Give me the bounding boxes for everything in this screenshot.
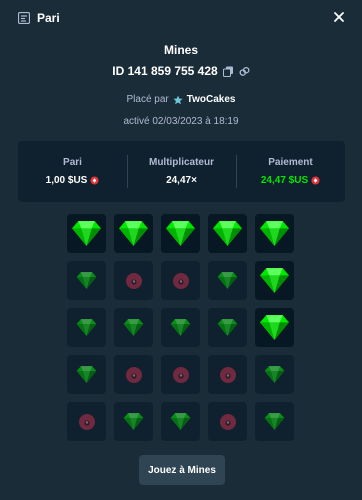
mine-tile xyxy=(208,214,247,253)
mine-tile xyxy=(67,355,106,394)
gem-icon xyxy=(212,218,243,249)
mine-tile xyxy=(255,355,294,394)
stat-payout-value-wrap: 24,47 $US xyxy=(261,175,320,186)
gem-icon xyxy=(217,270,238,291)
stat-multiplier-value: 24,47× xyxy=(166,175,197,186)
mine-tile xyxy=(208,355,247,394)
placed-by: Placé par TwoCakes xyxy=(0,94,362,105)
mine-tile xyxy=(114,308,153,347)
close-icon[interactable] xyxy=(332,10,346,24)
gem-icon xyxy=(76,317,97,338)
mine-tile xyxy=(161,308,200,347)
activated-timestamp: activé 02/03/2023 à 18:19 xyxy=(123,116,239,127)
mine-icon xyxy=(218,412,238,432)
gem-icon xyxy=(123,317,144,338)
gem-icon xyxy=(76,270,97,291)
gem-icon xyxy=(170,411,191,432)
mine-tile xyxy=(208,402,247,441)
mine-tile xyxy=(208,261,247,300)
gem-icon xyxy=(165,218,196,249)
gem-icon xyxy=(259,265,290,296)
mine-icon xyxy=(124,365,144,385)
mine-tile xyxy=(161,261,200,300)
gem-icon xyxy=(259,218,290,249)
mine-tile xyxy=(67,261,106,300)
gem-icon xyxy=(217,317,238,338)
currency-icon xyxy=(311,176,320,185)
stat-payout: Paiement 24,47 $US xyxy=(236,141,345,202)
mine-tile xyxy=(161,355,200,394)
mine-tile xyxy=(255,402,294,441)
bet-id: ID 141 859 755 428 xyxy=(112,64,218,78)
mine-tile xyxy=(255,214,294,253)
bet-id-row: ID 141 859 755 428 xyxy=(0,64,362,78)
mine-tile xyxy=(114,402,153,441)
mine-icon xyxy=(171,271,191,291)
game-name: Mines xyxy=(163,43,198,57)
gem-icon xyxy=(264,364,285,385)
mine-tile xyxy=(161,214,200,253)
gem-icon xyxy=(118,218,149,249)
bet-stats-panel: Pari 1,00 $US Multiplicateur 24,47× Paie… xyxy=(18,141,345,202)
stat-bet: Pari 1,00 $US xyxy=(18,141,127,202)
stat-multiplier: Multiplicateur 24,47× xyxy=(127,141,236,202)
copy-icon[interactable] xyxy=(222,66,234,77)
mine-tile xyxy=(161,402,200,441)
placed-by-label: Placé par xyxy=(126,94,169,105)
gem-icon xyxy=(71,218,102,249)
stat-bet-value-wrap: 1,00 $US xyxy=(46,175,100,186)
mine-tile xyxy=(114,355,153,394)
play-mines-button[interactable]: Jouez à Mines xyxy=(139,455,225,485)
mine-tile xyxy=(114,214,153,253)
gem-icon xyxy=(123,411,144,432)
stat-multiplier-label: Multiplicateur xyxy=(148,157,214,168)
mine-icon xyxy=(218,365,238,385)
currency-icon xyxy=(90,176,99,185)
vip-star-icon xyxy=(173,95,183,104)
link-icon[interactable] xyxy=(239,66,250,77)
mine-icon xyxy=(171,365,191,385)
username-link[interactable]: TwoCakes xyxy=(187,94,236,105)
modal-header: Pari xyxy=(0,0,362,36)
gem-icon xyxy=(264,411,285,432)
mine-tile xyxy=(67,214,106,253)
mine-tile xyxy=(255,261,294,300)
stat-payout-value: 24,47 $US xyxy=(260,175,309,186)
gem-icon xyxy=(259,312,290,343)
mine-icon xyxy=(124,271,144,291)
mine-tile xyxy=(255,308,294,347)
stat-bet-value: 1,00 $US xyxy=(45,175,88,186)
stat-payout-label: Paiement xyxy=(268,157,313,168)
ticket-icon xyxy=(18,12,30,24)
modal-title: Pari xyxy=(37,11,60,25)
mine-tile xyxy=(67,308,106,347)
mine-tile xyxy=(114,261,153,300)
gem-icon xyxy=(170,317,191,338)
mine-tile xyxy=(208,308,247,347)
gem-icon xyxy=(76,364,97,385)
mines-board xyxy=(67,214,294,441)
stat-bet-label: Pari xyxy=(63,157,82,168)
mine-tile xyxy=(67,402,106,441)
mine-icon xyxy=(77,412,97,432)
